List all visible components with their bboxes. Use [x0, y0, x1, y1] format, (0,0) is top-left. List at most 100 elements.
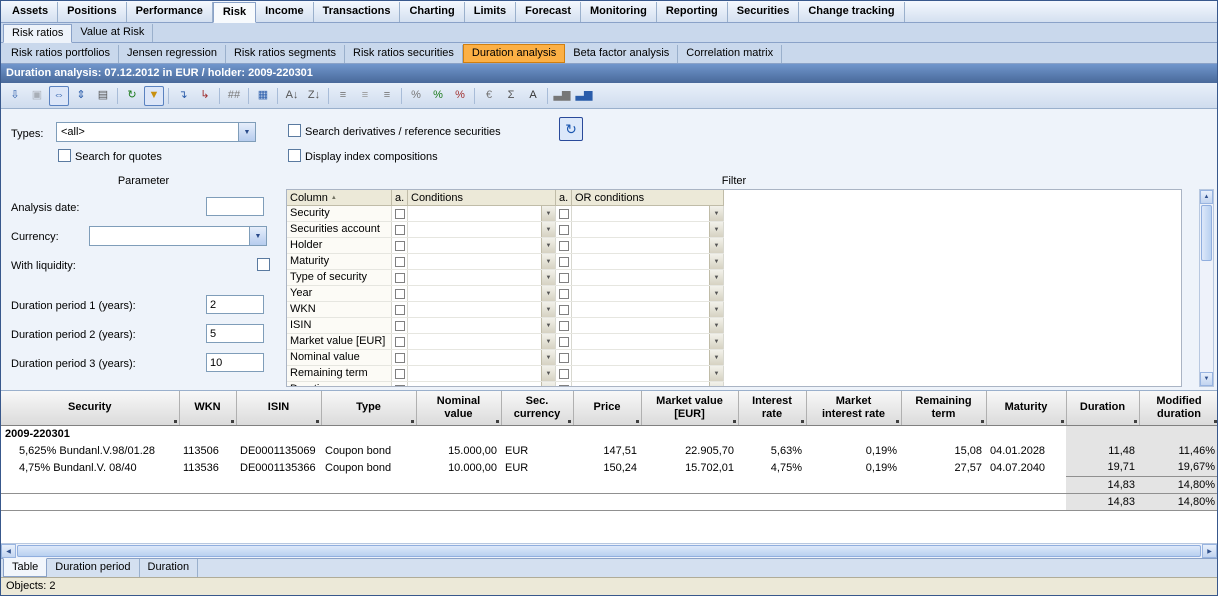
column-header-remaining-term[interactable]: Remaining term: [901, 391, 986, 425]
percent-add-icon[interactable]: %: [428, 86, 448, 106]
currency-select[interactable]: ▼: [89, 226, 267, 246]
filter-or-checkbox[interactable]: [556, 206, 572, 221]
chevron-down-icon[interactable]: ▼: [238, 123, 255, 141]
filter-or-condition-select[interactable]: ▼: [572, 286, 724, 301]
filter-condition-select[interactable]: ▼: [408, 382, 556, 387]
grid-icon[interactable]: ▦: [253, 86, 273, 106]
count-icon[interactable]: ##: [224, 86, 244, 106]
filter-or-condition-select[interactable]: ▼: [572, 334, 724, 349]
period-icon[interactable]: ▤: [93, 86, 113, 106]
table-row-group[interactable]: 2009-220301: [1, 425, 1217, 442]
sort-asc-icon[interactable]: A↓: [282, 86, 302, 106]
scroll-right-icon[interactable]: ▶: [1202, 544, 1217, 558]
filter-or-condition-select[interactable]: ▼: [572, 382, 724, 387]
column-header-maturity[interactable]: Maturity: [986, 391, 1066, 425]
chart-color-icon[interactable]: ▃▆: [574, 86, 594, 106]
scroll-left-icon[interactable]: ◀: [1, 544, 16, 558]
filter-or-condition-select[interactable]: ▼: [572, 302, 724, 317]
filter-or-checkbox[interactable]: [556, 350, 572, 365]
duration-period-2-input[interactable]: [206, 324, 264, 343]
filter-or-checkbox[interactable]: [556, 318, 572, 333]
drill-up-icon[interactable]: ↳: [195, 86, 215, 106]
column-header-sec-currency[interactable]: Sec. currency: [501, 391, 573, 425]
sub-tab-value-at-risk[interactable]: Value at Risk: [72, 24, 153, 42]
sub-tab-risk-ratios[interactable]: Risk ratios: [3, 24, 72, 43]
types-select[interactable]: <all> ▼: [56, 122, 256, 142]
bottom-tab-duration[interactable]: Duration: [140, 559, 199, 577]
scrollbar-thumb[interactable]: [17, 545, 1201, 557]
menu-tab-risk[interactable]: Risk: [213, 2, 256, 23]
menu-tab-income[interactable]: Income: [256, 2, 314, 22]
filter-condition-select[interactable]: ▼: [408, 286, 556, 301]
filter-condition-select[interactable]: ▼: [408, 318, 556, 333]
percent-icon[interactable]: %: [406, 86, 426, 106]
filter-and-checkbox[interactable]: [392, 382, 408, 387]
filter-condition-select[interactable]: ▼: [408, 222, 556, 237]
duration-period-3-input[interactable]: [206, 353, 264, 372]
currency-icon[interactable]: €: [479, 86, 499, 106]
menu-tab-assets[interactable]: Assets: [3, 2, 58, 22]
horizontal-scrollbar[interactable]: ◀ ▶: [1, 543, 1217, 558]
column-header-market-interest-rate[interactable]: Market interest rate: [806, 391, 901, 425]
fit-columns-icon[interactable]: ⇔: [49, 86, 69, 106]
filter-or-checkbox[interactable]: [556, 366, 572, 381]
filter-condition-select[interactable]: ▼: [408, 206, 556, 221]
scroll-down-icon[interactable]: ▼: [1200, 372, 1213, 386]
filter-and-checkbox[interactable]: [392, 350, 408, 365]
export-icon[interactable]: ⇩: [5, 86, 25, 106]
filter-condition-select[interactable]: ▼: [408, 366, 556, 381]
filter-or-checkbox[interactable]: [556, 270, 572, 285]
filter-and-checkbox[interactable]: [392, 222, 408, 237]
scroll-up-icon[interactable]: ▲: [1200, 190, 1213, 204]
recalculate-button[interactable]: ↻: [559, 117, 583, 141]
menu-tab-charting[interactable]: Charting: [400, 2, 464, 22]
chevron-down-icon[interactable]: ▼: [249, 227, 266, 245]
menu-tab-limits[interactable]: Limits: [465, 2, 516, 22]
filter-or-condition-select[interactable]: ▼: [572, 238, 724, 253]
menu-tab-performance[interactable]: Performance: [127, 2, 213, 22]
chart-icon[interactable]: ▃▆: [552, 86, 572, 106]
column-header-wkn[interactable]: WKN: [179, 391, 236, 425]
filter-condition-select[interactable]: ▼: [408, 270, 556, 285]
filter-and-checkbox[interactable]: [392, 270, 408, 285]
column-header-type[interactable]: Type: [321, 391, 416, 425]
filter-and-checkbox[interactable]: [392, 238, 408, 253]
column-header-modified-duration[interactable]: Modified duration: [1139, 391, 1217, 425]
column-header-interest-rate[interactable]: Interest rate: [738, 391, 806, 425]
filter-or-checkbox[interactable]: [556, 238, 572, 253]
align-right-icon[interactable]: ≡: [377, 86, 397, 106]
drill-down-icon[interactable]: ↴: [173, 86, 193, 106]
filter-or-condition-select[interactable]: ▼: [572, 318, 724, 333]
filter-or-checkbox[interactable]: [556, 302, 572, 317]
filter-or-checkbox[interactable]: [556, 334, 572, 349]
menu-tab-monitoring[interactable]: Monitoring: [581, 2, 657, 22]
filter-condition-select[interactable]: ▼: [408, 334, 556, 349]
risk-tab-risk-ratios-securities[interactable]: Risk ratios securities: [345, 45, 463, 63]
filter-and-checkbox[interactable]: [392, 366, 408, 381]
column-header-isin[interactable]: ISIN: [236, 391, 321, 425]
filter-and-checkbox[interactable]: [392, 318, 408, 333]
sort-desc-icon[interactable]: Z↓: [304, 86, 324, 106]
filter-and-checkbox[interactable]: [392, 334, 408, 349]
filter-and-checkbox[interactable]: [392, 206, 408, 221]
column-header-price[interactable]: Price: [573, 391, 641, 425]
menu-tab-change-tracking[interactable]: Change tracking: [799, 2, 904, 22]
filter-or-condition-select[interactable]: ▼: [572, 350, 724, 365]
scrollbar-thumb[interactable]: [1201, 205, 1212, 261]
risk-tab-correlation-matrix[interactable]: Correlation matrix: [678, 45, 782, 63]
menu-tab-positions[interactable]: Positions: [58, 2, 127, 22]
display-index-checkbox[interactable]: [288, 149, 301, 162]
filter-or-checkbox[interactable]: [556, 286, 572, 301]
filter-or-condition-select[interactable]: ▼: [572, 366, 724, 381]
filter-and-checkbox[interactable]: [392, 302, 408, 317]
percent-remove-icon[interactable]: %: [450, 86, 470, 106]
risk-tab-risk-ratios-portfolios[interactable]: Risk ratios portfolios: [3, 45, 119, 63]
align-center-icon[interactable]: ≡: [355, 86, 375, 106]
menu-tab-reporting[interactable]: Reporting: [657, 2, 728, 22]
filter-or-condition-select[interactable]: ▼: [572, 254, 724, 269]
menu-tab-forecast[interactable]: Forecast: [516, 2, 581, 22]
filter-or-condition-select[interactable]: ▼: [572, 270, 724, 285]
fit-rows-icon[interactable]: ⇕: [71, 86, 91, 106]
sum-icon[interactable]: Σ: [501, 86, 521, 106]
column-header-duration[interactable]: Duration: [1066, 391, 1139, 425]
